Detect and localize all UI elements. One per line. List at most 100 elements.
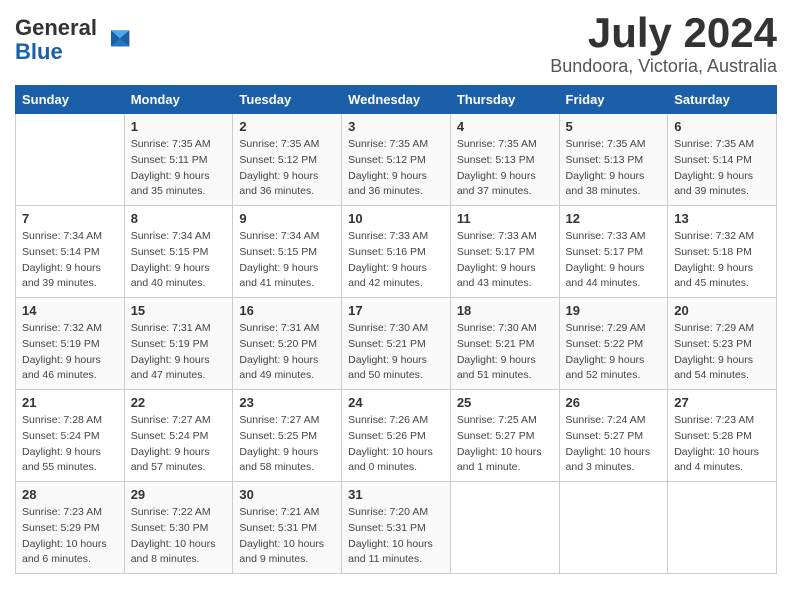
day-info: Sunrise: 7:25 AMSunset: 5:27 PMDaylight:… bbox=[457, 413, 553, 476]
calendar-cell bbox=[668, 482, 777, 574]
day-header-monday: Monday bbox=[124, 86, 233, 114]
calendar-cell: 13 Sunrise: 7:32 AMSunset: 5:18 PMDayligh… bbox=[668, 206, 777, 298]
day-header-thursday: Thursday bbox=[450, 86, 559, 114]
logo-blue: Blue bbox=[15, 39, 63, 64]
day-number: 20 bbox=[674, 303, 770, 318]
day-number: 18 bbox=[457, 303, 553, 318]
calendar-cell: 1 Sunrise: 7:35 AMSunset: 5:11 PMDaylight… bbox=[124, 114, 233, 206]
day-number: 3 bbox=[348, 119, 444, 134]
calendar-cell: 8Sunrise: 7:34 AMSunset: 5:15 PMDaylight… bbox=[124, 206, 233, 298]
day-info: Sunrise: 7:33 AMSunset: 5:17 PMDaylight:… bbox=[457, 229, 553, 292]
day-number: 13 bbox=[674, 211, 770, 226]
day-number: 15 bbox=[131, 303, 227, 318]
calendar-week-row: 1 Sunrise: 7:35 AMSunset: 5:11 PMDaylight… bbox=[16, 114, 777, 206]
day-info: Sunrise: 7:35 AMSunset: 5:12 PMDaylight:… bbox=[348, 137, 444, 200]
title-area: July 2024 Bundoora, Victoria, Australia bbox=[550, 10, 777, 77]
day-number: 16 bbox=[239, 303, 335, 318]
day-number: 9 bbox=[239, 211, 335, 226]
logo: General Blue bbox=[15, 16, 131, 64]
day-info: Sunrise: 7:35 AMSunset: 5:14 PMDaylight:… bbox=[674, 137, 770, 200]
calendar-cell: 18 Sunrise: 7:30 AMSunset: 5:21 PMDayligh… bbox=[450, 298, 559, 390]
day-number: 28 bbox=[22, 487, 118, 502]
day-number: 31 bbox=[348, 487, 444, 502]
day-number: 4 bbox=[457, 119, 553, 134]
day-header-sunday: Sunday bbox=[16, 86, 125, 114]
logo-general: General bbox=[15, 15, 97, 40]
day-info: Sunrise: 7:35 AMSunset: 5:12 PMDaylight:… bbox=[239, 137, 335, 200]
day-number: 7 bbox=[22, 211, 118, 226]
calendar-cell: 16 Sunrise: 7:31 AMSunset: 5:20 PMDayligh… bbox=[233, 298, 342, 390]
day-info: Sunrise: 7:23 AMSunset: 5:29 PMDaylight:… bbox=[22, 505, 118, 568]
day-info: Sunrise: 7:28 AMSunset: 5:24 PMDaylight:… bbox=[22, 413, 118, 476]
day-number: 22 bbox=[131, 395, 227, 410]
day-number: 24 bbox=[348, 395, 444, 410]
calendar-week-row: 7Sunrise: 7:34 AMSunset: 5:14 PMDaylight… bbox=[16, 206, 777, 298]
day-number: 10 bbox=[348, 211, 444, 226]
day-info: Sunrise: 7:27 AMSunset: 5:25 PMDaylight:… bbox=[239, 413, 335, 476]
calendar-table: SundayMondayTuesdayWednesdayThursdayFrid… bbox=[15, 85, 777, 574]
day-number: 17 bbox=[348, 303, 444, 318]
calendar-header-row: SundayMondayTuesdayWednesdayThursdayFrid… bbox=[16, 86, 777, 114]
calendar-cell: 9 Sunrise: 7:34 AMSunset: 5:15 PMDaylight… bbox=[233, 206, 342, 298]
calendar-cell bbox=[559, 482, 668, 574]
calendar-cell: 19Sunrise: 7:29 AMSunset: 5:22 PMDayligh… bbox=[559, 298, 668, 390]
day-number: 5 bbox=[566, 119, 662, 134]
day-number: 21 bbox=[22, 395, 118, 410]
day-number: 14 bbox=[22, 303, 118, 318]
calendar-cell: 25 Sunrise: 7:25 AMSunset: 5:27 PMDayligh… bbox=[450, 390, 559, 482]
calendar-cell: 17 Sunrise: 7:30 AMSunset: 5:21 PMDayligh… bbox=[342, 298, 451, 390]
day-number: 11 bbox=[457, 211, 553, 226]
month-title: July 2024 bbox=[550, 10, 777, 56]
day-info: Sunrise: 7:29 AMSunset: 5:23 PMDaylight:… bbox=[674, 321, 770, 384]
calendar-week-row: 21 Sunrise: 7:28 AMSunset: 5:24 PMDayligh… bbox=[16, 390, 777, 482]
day-info: Sunrise: 7:24 AMSunset: 5:27 PMDaylight:… bbox=[566, 413, 662, 476]
day-info: Sunrise: 7:26 AMSunset: 5:26 PMDaylight:… bbox=[348, 413, 444, 476]
day-info: Sunrise: 7:32 AMSunset: 5:18 PMDaylight:… bbox=[674, 229, 770, 292]
logo-icon bbox=[99, 24, 131, 56]
day-number: 12 bbox=[566, 211, 662, 226]
calendar-cell bbox=[450, 482, 559, 574]
day-info: Sunrise: 7:31 AMSunset: 5:19 PMDaylight:… bbox=[131, 321, 227, 384]
location-title: Bundoora, Victoria, Australia bbox=[550, 56, 777, 77]
calendar-cell: 10 Sunrise: 7:33 AMSunset: 5:16 PMDayligh… bbox=[342, 206, 451, 298]
calendar-cell: 30Sunrise: 7:21 AMSunset: 5:31 PMDayligh… bbox=[233, 482, 342, 574]
calendar-cell: 22Sunrise: 7:27 AMSunset: 5:24 PMDayligh… bbox=[124, 390, 233, 482]
day-info: Sunrise: 7:23 AMSunset: 5:28 PMDaylight:… bbox=[674, 413, 770, 476]
day-number: 6 bbox=[674, 119, 770, 134]
day-number: 29 bbox=[131, 487, 227, 502]
calendar-week-row: 14 Sunrise: 7:32 AMSunset: 5:19 PMDayligh… bbox=[16, 298, 777, 390]
calendar-cell: 23Sunrise: 7:27 AMSunset: 5:25 PMDayligh… bbox=[233, 390, 342, 482]
day-number: 25 bbox=[457, 395, 553, 410]
calendar-cell: 11 Sunrise: 7:33 AMSunset: 5:17 PMDayligh… bbox=[450, 206, 559, 298]
day-header-saturday: Saturday bbox=[668, 86, 777, 114]
day-info: Sunrise: 7:31 AMSunset: 5:20 PMDaylight:… bbox=[239, 321, 335, 384]
day-info: Sunrise: 7:35 AMSunset: 5:13 PMDaylight:… bbox=[566, 137, 662, 200]
day-number: 2 bbox=[239, 119, 335, 134]
day-info: Sunrise: 7:33 AMSunset: 5:17 PMDaylight:… bbox=[566, 229, 662, 292]
calendar-cell: 2 Sunrise: 7:35 AMSunset: 5:12 PMDaylight… bbox=[233, 114, 342, 206]
calendar-cell: 14 Sunrise: 7:32 AMSunset: 5:19 PMDayligh… bbox=[16, 298, 125, 390]
day-header-wednesday: Wednesday bbox=[342, 86, 451, 114]
calendar-cell bbox=[16, 114, 125, 206]
day-info: Sunrise: 7:22 AMSunset: 5:30 PMDaylight:… bbox=[131, 505, 227, 568]
day-info: Sunrise: 7:30 AMSunset: 5:21 PMDaylight:… bbox=[348, 321, 444, 384]
calendar-cell: 26Sunrise: 7:24 AMSunset: 5:27 PMDayligh… bbox=[559, 390, 668, 482]
day-info: Sunrise: 7:34 AMSunset: 5:15 PMDaylight:… bbox=[239, 229, 335, 292]
calendar-cell: 28 Sunrise: 7:23 AMSunset: 5:29 PMDayligh… bbox=[16, 482, 125, 574]
day-info: Sunrise: 7:35 AMSunset: 5:13 PMDaylight:… bbox=[457, 137, 553, 200]
day-info: Sunrise: 7:33 AMSunset: 5:16 PMDaylight:… bbox=[348, 229, 444, 292]
day-header-tuesday: Tuesday bbox=[233, 86, 342, 114]
calendar-cell: 12 Sunrise: 7:33 AMSunset: 5:17 PMDayligh… bbox=[559, 206, 668, 298]
day-info: Sunrise: 7:20 AMSunset: 5:31 PMDaylight:… bbox=[348, 505, 444, 568]
page-header: General Blue July 2024 Bundoora, Victori… bbox=[15, 10, 777, 77]
calendar-cell: 20 Sunrise: 7:29 AMSunset: 5:23 PMDayligh… bbox=[668, 298, 777, 390]
day-info: Sunrise: 7:21 AMSunset: 5:31 PMDaylight:… bbox=[239, 505, 335, 568]
calendar-cell: 15 Sunrise: 7:31 AMSunset: 5:19 PMDayligh… bbox=[124, 298, 233, 390]
day-number: 1 bbox=[131, 119, 227, 134]
day-info: Sunrise: 7:32 AMSunset: 5:19 PMDaylight:… bbox=[22, 321, 118, 384]
day-info: Sunrise: 7:35 AMSunset: 5:11 PMDaylight:… bbox=[131, 137, 227, 200]
calendar-cell: 24 Sunrise: 7:26 AMSunset: 5:26 PMDayligh… bbox=[342, 390, 451, 482]
calendar-week-row: 28 Sunrise: 7:23 AMSunset: 5:29 PMDayligh… bbox=[16, 482, 777, 574]
day-info: Sunrise: 7:30 AMSunset: 5:21 PMDaylight:… bbox=[457, 321, 553, 384]
day-number: 27 bbox=[674, 395, 770, 410]
